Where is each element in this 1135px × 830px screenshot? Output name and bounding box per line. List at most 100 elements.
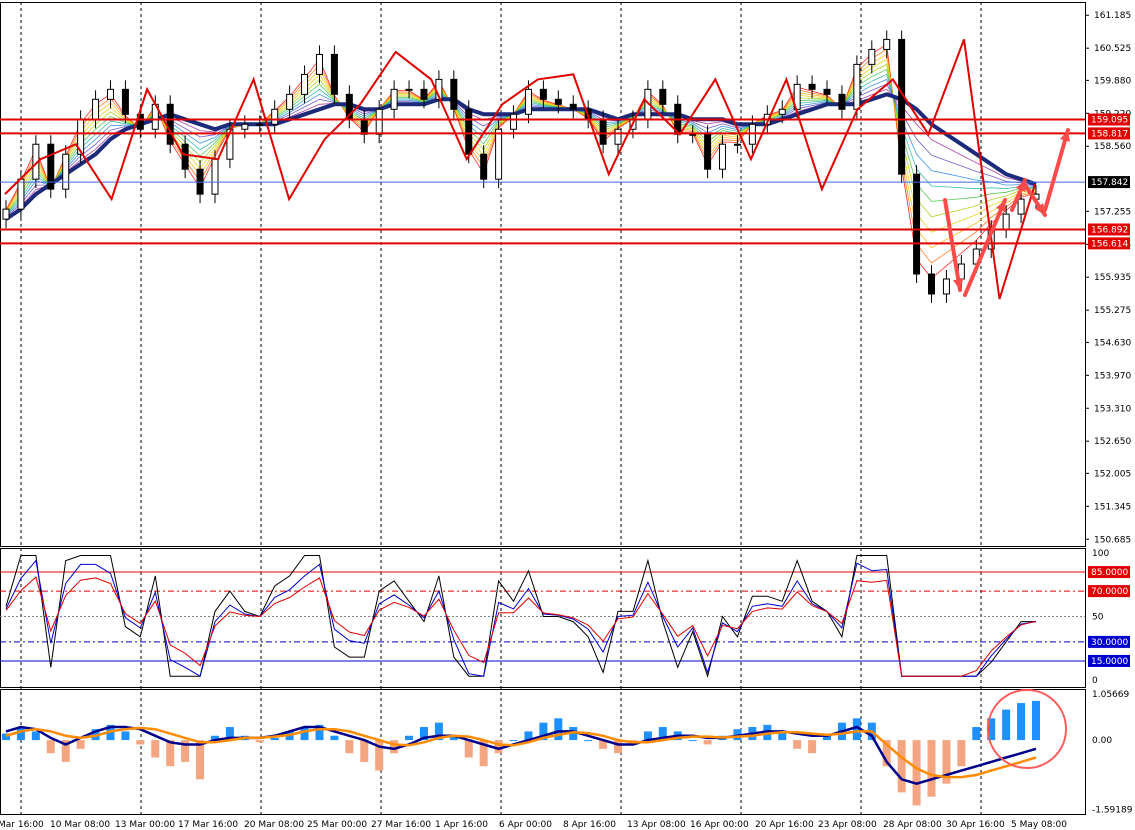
oscillator-panel bbox=[0, 555, 1085, 678]
svg-text:85.0000: 85.0000 bbox=[1091, 568, 1128, 578]
candle-body bbox=[539, 88, 547, 100]
candle-body bbox=[405, 88, 413, 91]
time-tick-label: 27 Mar 16:00 bbox=[371, 820, 431, 830]
time-tick-label: 13 Mar 00:00 bbox=[115, 820, 175, 830]
candle-body bbox=[62, 153, 70, 190]
ma-ribbon-line bbox=[5, 63, 1037, 218]
candle-body bbox=[271, 108, 279, 125]
candle-body bbox=[614, 128, 622, 145]
macd-histogram-bar bbox=[897, 740, 906, 793]
candle-body bbox=[823, 88, 831, 95]
price-tick-label: 155.275 bbox=[1094, 306, 1131, 316]
level-price-tag: 156.892 bbox=[1088, 223, 1130, 236]
macd-histogram-bar bbox=[554, 718, 563, 741]
candle-body bbox=[883, 38, 891, 50]
price-tick-label: 154.630 bbox=[1094, 338, 1131, 348]
candle-body bbox=[420, 88, 428, 100]
candle-body bbox=[330, 53, 338, 95]
macd-histogram-bar bbox=[703, 740, 712, 745]
macd-histogram-bar bbox=[688, 740, 697, 742]
svg-text:30.0000: 30.0000 bbox=[1091, 638, 1128, 648]
horizontal-levels bbox=[0, 118, 1085, 245]
price-panel bbox=[0, 30, 1085, 303]
level-price-tag: 159.095 bbox=[1088, 113, 1130, 126]
macd-histogram-bar bbox=[972, 727, 981, 741]
macd-histogram-bar bbox=[345, 740, 354, 754]
time-tick-label: 20 Apr 16:00 bbox=[755, 820, 814, 830]
candle-body bbox=[495, 128, 503, 180]
candle-body bbox=[733, 143, 741, 146]
oscillator-tick-label: 0 bbox=[1092, 676, 1098, 686]
candle-body bbox=[659, 88, 667, 105]
candle-body bbox=[241, 123, 249, 130]
macd-histogram-bar bbox=[808, 740, 817, 754]
macd-histogram-bar bbox=[957, 740, 966, 767]
macd-histogram-bar bbox=[390, 740, 399, 754]
candle-body bbox=[554, 98, 562, 105]
candle-body bbox=[181, 143, 189, 170]
price-tick-label: 158.560 bbox=[1094, 142, 1131, 152]
price-axis: 161.185160.525159.880159.220158.560157.2… bbox=[1085, 11, 1131, 545]
ma-ribbon-line bbox=[5, 78, 1037, 217]
level-price-tag: 157.842 bbox=[1088, 176, 1130, 189]
candle-body bbox=[286, 93, 294, 110]
candle-body bbox=[450, 78, 458, 110]
price-tags: 159.095 158.817 157.842 156.892 156.614 85.00… bbox=[1088, 113, 1130, 667]
macd-histogram-bar bbox=[584, 740, 593, 742]
candle-body bbox=[942, 278, 950, 295]
macd-panel-frame bbox=[0, 689, 1086, 815]
macd-histogram-bar bbox=[151, 740, 160, 758]
time-tick-label: 13 Apr 08:00 bbox=[627, 820, 686, 830]
candle-body bbox=[360, 118, 368, 135]
macd-histogram-bar bbox=[1017, 703, 1026, 741]
highlight-circle bbox=[987, 689, 1067, 769]
candle-body bbox=[838, 93, 846, 110]
candle-body bbox=[719, 143, 727, 170]
macd-histogram-bar bbox=[270, 737, 279, 741]
macd-histogram-bar bbox=[76, 740, 85, 749]
macd-histogram-bar bbox=[793, 740, 802, 749]
candle-body bbox=[121, 88, 129, 115]
macd-histogram-bar bbox=[614, 740, 623, 754]
candle-body bbox=[808, 83, 816, 90]
candle-body bbox=[1017, 198, 1025, 215]
candle-body bbox=[106, 88, 114, 100]
time-tick-label: 10 Mar 08:00 bbox=[50, 820, 110, 830]
price-tick-label: 153.970 bbox=[1094, 371, 1131, 381]
macd-histogram-bar bbox=[360, 740, 369, 762]
price-tick-label: 161.185 bbox=[1094, 11, 1131, 21]
time-tick-label: 5 May 08:00 bbox=[1011, 820, 1067, 830]
arrow-up-1 bbox=[963, 198, 1007, 297]
rsi-line bbox=[5, 559, 1037, 677]
time-tick-label: 8 Apr 16:00 bbox=[563, 820, 616, 830]
macd-histogram-bar bbox=[464, 740, 473, 758]
candle-body bbox=[2, 208, 10, 220]
macd-histogram-bar bbox=[196, 740, 205, 780]
chart-canvas: 161.185160.525159.880159.220158.560157.2… bbox=[0, 2, 1133, 830]
candle-body bbox=[1002, 213, 1010, 230]
price-tick-label: 151.345 bbox=[1094, 502, 1131, 512]
candle-body bbox=[510, 113, 518, 130]
candle-body bbox=[599, 118, 607, 145]
time-tick-label: 25 Mar 00:00 bbox=[307, 820, 367, 830]
time-tick-label: 20 Mar 08:00 bbox=[244, 820, 304, 830]
time-tick-label: 1 Apr 16:00 bbox=[435, 820, 488, 830]
candle-body bbox=[301, 73, 309, 95]
candle-body bbox=[166, 103, 174, 145]
candle-body bbox=[465, 108, 473, 155]
macd-histogram-bar bbox=[255, 740, 264, 743]
level-price-tag: 156.614 bbox=[1088, 237, 1130, 250]
candle-body bbox=[853, 63, 861, 110]
price-tick-label: 159.880 bbox=[1094, 76, 1131, 86]
candle-body bbox=[390, 88, 398, 110]
macd-histogram-bar bbox=[166, 740, 175, 767]
candle-body bbox=[868, 48, 876, 65]
candle-body bbox=[375, 108, 383, 135]
macd-histogram-bar bbox=[405, 735, 414, 741]
rsi-level-tag: 30.0000 bbox=[1088, 635, 1130, 648]
arrow-up-3 bbox=[1043, 128, 1070, 212]
macd-histogram-bar bbox=[46, 740, 55, 754]
price-tick-label: 160.525 bbox=[1094, 44, 1131, 54]
macd-histogram-bar bbox=[121, 731, 130, 741]
candle-body bbox=[211, 158, 219, 195]
